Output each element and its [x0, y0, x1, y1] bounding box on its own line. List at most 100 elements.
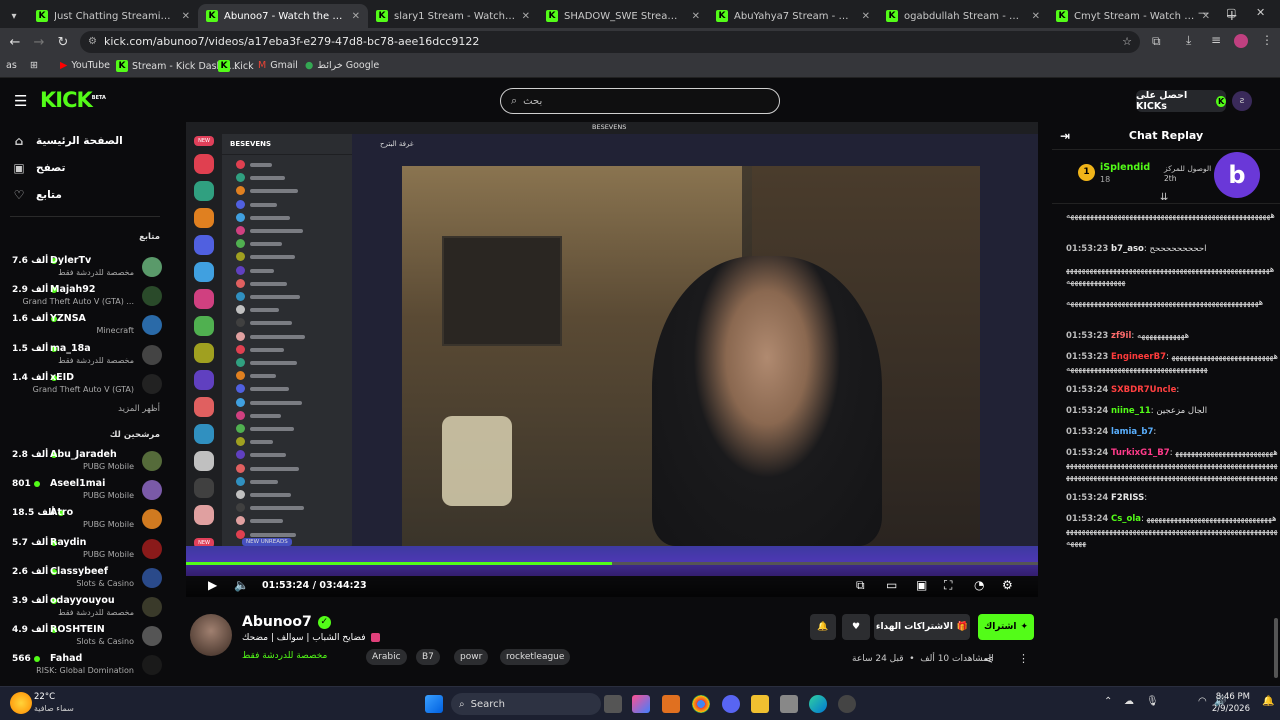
profile-avatar[interactable] [1234, 34, 1248, 48]
tab-close-icon[interactable]: ✕ [522, 11, 530, 22]
sidebar-nav-item[interactable]: ♡ متابع [12, 188, 162, 202]
extensions-icon[interactable]: ⧉ [1152, 34, 1161, 49]
streamer-name[interactable]: Abunoo7 [242, 614, 312, 630]
stream-tag[interactable]: Arabic [366, 649, 407, 665]
browser-tab[interactable]: Kogabdullah Stream - Watch Live ✕ [878, 4, 1048, 28]
sidebar-nav-item[interactable]: ▣ تصفح [12, 161, 162, 175]
message-username[interactable]: TurkixG1_B7 [1111, 448, 1170, 458]
sidebar-channel[interactable]: 3.9 ألف odayyouyou مخصصة للدردشة فقط [10, 594, 162, 623]
taskbar-search[interactable]: ⌕ Search [451, 693, 601, 715]
app-icon[interactable] [662, 695, 680, 713]
stream-tag[interactable]: powr [454, 649, 489, 665]
sidebar-channel[interactable]: 2.6 ألف Classybeef Slots & Casino [10, 565, 162, 594]
theater-mode-icon[interactable]: ▭ [886, 578, 897, 592]
user-avatar[interactable]: ƨ [1232, 91, 1252, 111]
maximize-icon[interactable]: ▢ [1226, 6, 1236, 19]
weather-temp[interactable]: 22°C [34, 692, 55, 702]
follow-button[interactable]: ♥ [842, 614, 870, 640]
stream-category[interactable]: مخصصة للدردشة فقط [242, 651, 327, 661]
tab-close-icon[interactable]: ✕ [862, 11, 870, 22]
chrome-icon[interactable] [692, 695, 710, 713]
tab-close-icon[interactable]: ✕ [182, 11, 190, 22]
message-username[interactable]: EngineerB7 [1111, 352, 1166, 362]
gift-subs-button[interactable]: الاشتراكات الهداء 🎁 [874, 614, 970, 640]
notification-bell-button[interactable]: 🔔 [810, 614, 836, 640]
bookmark-star-icon[interactable]: ☆ [1122, 31, 1132, 53]
copilot-icon[interactable] [632, 695, 650, 713]
download-icon[interactable]: ⤓ [1186, 33, 1191, 48]
collapse-chat-icon[interactable]: ⇥ [1060, 122, 1070, 150]
apps-icon[interactable]: ⊞ [30, 60, 38, 71]
clip-icon[interactable]: ⧉ [856, 578, 865, 593]
microphone-icon[interactable]: 🎙 [1146, 696, 1159, 707]
message-username[interactable]: lamia_b7 [1111, 427, 1153, 437]
sidebar-nav-item[interactable]: ⌂ الصفحة الرئيسية [12, 134, 162, 148]
close-window-icon[interactable]: ✕ [1256, 6, 1265, 19]
browser-tab[interactable]: Kslary1 Stream - Watch Live on K ✕ [368, 4, 538, 28]
streamer-avatar[interactable] [190, 614, 232, 656]
wifi-icon[interactable]: ◠ [1198, 696, 1207, 707]
volume-icon[interactable]: 🔈 [234, 578, 249, 592]
sidebar-channel[interactable]: 4.9 ألف ROSHTEIN Slots & Casino [10, 623, 162, 652]
tab-search-icon[interactable]: ▾ [0, 4, 28, 28]
store-icon[interactable] [780, 695, 798, 713]
bookmark-youtube[interactable]: ▶ YouTube [60, 60, 110, 71]
sidebar-channel[interactable]: 801 Aseel1mai PUBG Mobile [10, 477, 162, 506]
sidebar-channel[interactable]: 2.8 ألف Abu_Jaradeh PUBG Mobile [10, 448, 162, 477]
site-info-icon[interactable]: ⚙ [88, 31, 97, 53]
media-icon[interactable]: ≡ [1211, 33, 1221, 47]
progress-bar[interactable] [186, 562, 1038, 565]
message-username[interactable]: Cs_ola [1111, 514, 1141, 524]
system-clock[interactable]: 8:46 PM 2/9/2026 [1212, 691, 1250, 715]
get-kicks-button[interactable]: احصل على KICKs K [1136, 90, 1226, 112]
browser-tab[interactable]: K Just Chatting Streaming - Live S ✕ [28, 4, 198, 28]
minimize-icon[interactable]: — [1198, 6, 1209, 19]
message-username[interactable]: zf9il [1111, 331, 1131, 341]
stream-tag[interactable]: B7 [416, 649, 440, 665]
leader-username[interactable]: iSplendid [1100, 162, 1150, 173]
tab-close-icon[interactable]: ✕ [352, 11, 360, 22]
chat-scrollbar[interactable] [1274, 618, 1278, 678]
menu-icon[interactable]: ⋮ [1261, 33, 1273, 47]
settings-gear-icon[interactable]: ⚙ [1002, 578, 1013, 592]
hamburger-menu-icon[interactable]: ☰ [14, 92, 27, 110]
sidebar-channel[interactable]: 1.6 ألف YZNSA Minecraft [10, 312, 162, 341]
sidebar-channel[interactable]: 7.6 ألف DylerTv مخصصة للدردشة فقط [10, 254, 162, 283]
back-icon[interactable]: ← [3, 35, 27, 50]
app2-icon[interactable] [838, 695, 856, 713]
fullscreen-icon[interactable]: ⛶ [944, 578, 952, 593]
kick-logo[interactable]: KICKBETA [40, 88, 106, 112]
video-player[interactable]: BESEVENS NEW NEW BESEVENS NEW UNREADS غرف… [186, 122, 1038, 597]
message-username[interactable]: F2RISS [1111, 493, 1144, 503]
edge-icon[interactable] [809, 695, 827, 713]
subscribe-button[interactable]: اشتراك ✦ [978, 614, 1034, 640]
tab-close-icon[interactable]: ✕ [692, 11, 700, 22]
sidebar-channel[interactable]: 5.7 ألف Raydin PUBG Mobile [10, 536, 162, 565]
show-more-link[interactable]: أظهر المزيد [118, 404, 160, 414]
playback-speed-icon[interactable]: ◔ [974, 578, 984, 592]
sidebar-channel[interactable]: 1.4 ألف xEID Grand Theft Auto V (GTA) [10, 371, 162, 400]
browser-tab[interactable]: KCmyt Stream - Watch Live on K✕ [1048, 4, 1218, 28]
message-username[interactable]: niine_11 [1111, 406, 1151, 416]
search-input[interactable]: ⌕ بحث [500, 88, 780, 114]
url-field[interactable]: ⚙ kick.com/abunoo7/videos/a17eba3f-e279-… [80, 31, 1140, 53]
bookmark-google-maps[interactable]: ● خرائط Google [305, 60, 379, 71]
tab-close-icon[interactable]: ✕ [1032, 11, 1040, 22]
sidebar-channel[interactable]: 1.5 ألف ma_18a مخصصة للدردشة فقط [10, 342, 162, 371]
message-username[interactable]: b7_aso [1111, 244, 1144, 254]
forward-icon[interactable]: → [27, 35, 51, 50]
sidebar-channel[interactable]: 2.9 ألف Majah92 Grand Theft Auto V (GTA) .… [10, 283, 162, 312]
notification-icon[interactable]: 🔔 [1262, 696, 1274, 707]
reload-icon[interactable]: ↻ [51, 35, 75, 50]
browser-tab[interactable]: K AbuYahya7 Stream - Watch Live ✕ [708, 4, 878, 28]
windows-start-icon[interactable] [425, 695, 443, 713]
share-icon[interactable]: ⋖ [984, 653, 993, 666]
sidebar-channel[interactable]: 566 Fahad RISK: Global Domination [10, 652, 162, 681]
sidebar-channel[interactable]: 18.5 ألف Atro PUBG Mobile [10, 506, 162, 535]
pip-icon[interactable]: ▣ [916, 578, 927, 592]
browser-tab[interactable]: K SHADOW_SWE Stream - Watch ✕ [538, 4, 708, 28]
tray-app-icon[interactable]: ☁ [1124, 696, 1134, 707]
expand-icon[interactable]: ⇊ [1160, 192, 1168, 203]
bookmark-gmail[interactable]: M Gmail [258, 60, 298, 71]
more-options-icon[interactable]: ⋮ [1018, 652, 1029, 665]
